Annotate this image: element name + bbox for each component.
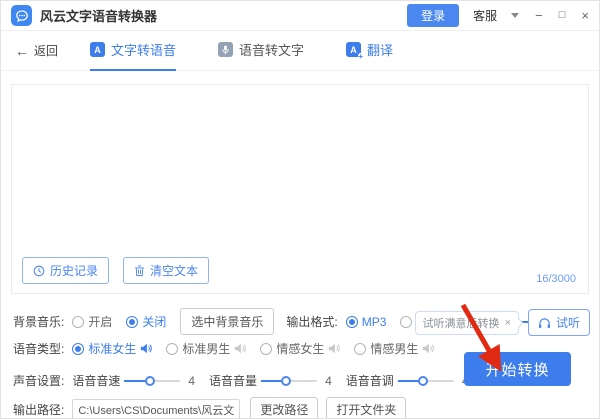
- speaker-icon[interactable]: [422, 343, 435, 354]
- char-counter: 16/3000: [536, 273, 576, 285]
- voice-option-label: 标准女生: [88, 342, 137, 356]
- login-button[interactable]: 登录: [407, 4, 460, 27]
- chevron-down-icon[interactable]: [511, 13, 520, 18]
- output-path-label: 输出路径:: [13, 403, 65, 417]
- headphones-icon: [538, 317, 551, 328]
- history-label: 历史记录: [50, 264, 99, 278]
- radio-bgm-on[interactable]: 开启: [72, 313, 112, 330]
- mp3-label: MP3: [361, 314, 387, 329]
- tts-glyph: A: [94, 44, 101, 55]
- radio-voice-emo-female[interactable]: 情感女生: [260, 340, 341, 357]
- speaker-icon[interactable]: [140, 343, 153, 354]
- tip-text: 试听满意后转换: [422, 317, 500, 330]
- main-text-input[interactable]: [12, 85, 588, 251]
- radio-voice-emo-male[interactable]: 情感男生: [354, 340, 435, 357]
- volume-label: 语音音量: [209, 374, 258, 388]
- clear-label: 清空文本: [150, 264, 199, 278]
- speed-value: 4: [188, 373, 196, 388]
- speed-label: 语音音速: [72, 374, 121, 388]
- radio-voice-std-male[interactable]: 标准男生: [166, 340, 247, 357]
- preview-tip-row: 试听满意后转换 × 试听: [414, 309, 590, 336]
- voice-type-label: 语音类型:: [13, 342, 65, 356]
- bgm-label: 背景音乐:: [13, 315, 65, 329]
- convert-button[interactable]: 开始转换: [464, 352, 571, 386]
- tab-translate[interactable]: A + 翻译: [346, 31, 393, 71]
- change-path-button[interactable]: 更改路径: [250, 397, 319, 418]
- radio-icon: [345, 315, 358, 328]
- voice-option-label: 情感女生: [276, 342, 325, 356]
- slider-handle[interactable]: [281, 375, 292, 386]
- radio-icon: [72, 315, 85, 328]
- radio-icon: [354, 342, 367, 355]
- translate-icon: A +: [346, 42, 364, 61]
- back-label: 返回: [34, 44, 59, 58]
- maximize-button[interactable]: □: [559, 10, 566, 21]
- titlebar-controls: 登录 客服 − □ ×: [407, 4, 589, 27]
- close-icon[interactable]: ×: [505, 317, 511, 329]
- speech-to-text-icon: [218, 42, 234, 57]
- plus-icon: +: [358, 52, 364, 61]
- tab-label: 语音转文字: [239, 43, 305, 58]
- speaker-icon[interactable]: [328, 343, 341, 354]
- titlebar: 风云文字语音转换器 登录 客服 − □ ×: [1, 1, 599, 31]
- bgm-off-label: 关闭: [142, 315, 167, 329]
- sound-settings-label: 声音设置:: [13, 374, 65, 388]
- open-folder-button[interactable]: 打开文件夹: [326, 397, 407, 418]
- translate-glyph: A: [350, 44, 357, 55]
- output-path-input[interactable]: [72, 398, 241, 418]
- preview-label: 试听: [555, 316, 580, 330]
- output-path-row: 输出路径: 更改路径 打开文件夹: [13, 397, 414, 418]
- radio-icon: [72, 342, 85, 355]
- tabbar: ← 返回 A 文字转语音 语音转文字 A + 翻译: [1, 31, 599, 71]
- radio-icon: [400, 315, 413, 328]
- radio-format-mp3[interactable]: MP3: [345, 314, 387, 329]
- tab-label: 翻译: [367, 43, 394, 58]
- clock-icon: [33, 265, 45, 276]
- preview-button[interactable]: 试听: [527, 309, 590, 336]
- speaker-icon[interactable]: [234, 343, 247, 354]
- radio-voice-std-female[interactable]: 标准女生: [72, 340, 153, 357]
- slider-handle[interactable]: [144, 375, 155, 386]
- editor-actions: 历史记录 清空文本: [22, 257, 210, 284]
- clear-text-button[interactable]: 清空文本: [123, 257, 210, 284]
- minimize-button[interactable]: −: [535, 9, 543, 22]
- trash-icon: [135, 265, 144, 276]
- select-bgm-button[interactable]: 选中背景音乐: [180, 308, 275, 335]
- app-window: 风云文字语音转换器 登录 客服 − □ × ← 返回 A 文字转语音 语音转文字: [0, 0, 600, 419]
- voice-option-label: 标准男生: [182, 342, 231, 356]
- arrow-left-icon: ←: [15, 42, 29, 59]
- tip-tag: 试听满意后转换 ×: [414, 310, 519, 335]
- history-button[interactable]: 历史记录: [22, 257, 110, 284]
- bgm-on-label: 开启: [88, 315, 113, 329]
- voice-option-label: 情感男生: [370, 342, 419, 356]
- radio-icon: [260, 342, 273, 355]
- slider-handle[interactable]: [417, 375, 428, 386]
- radio-icon: [126, 315, 139, 328]
- back-button[interactable]: ← 返回: [15, 42, 58, 59]
- text-editor-panel: 历史记录 清空文本 16/3000: [11, 84, 589, 294]
- text-to-speech-icon: A: [90, 42, 106, 57]
- app-title: 风云文字语音转换器: [40, 9, 158, 24]
- tab-text-to-speech[interactable]: A 文字转语音: [90, 31, 177, 71]
- tab-label: 文字转语音: [111, 43, 177, 58]
- volume-value: 4: [325, 373, 332, 388]
- pitch-slider[interactable]: [397, 375, 454, 387]
- app-logo-icon: [11, 5, 32, 26]
- pitch-label: 语音音调: [345, 374, 394, 388]
- speed-slider[interactable]: [124, 375, 181, 387]
- sound-settings-row: 声音设置: 语音音速 4 语音音量 4 语音音调 4: [13, 372, 482, 389]
- tab-speech-to-text[interactable]: 语音转文字: [218, 31, 304, 71]
- radio-icon: [166, 342, 179, 355]
- tabs: A 文字转语音 语音转文字 A + 翻译: [90, 31, 393, 71]
- volume-slider[interactable]: [261, 375, 318, 387]
- customer-service-link[interactable]: 客服: [473, 7, 497, 24]
- voice-type-row: 语音类型: 标准女生 标准男生 情感女生 情感男生: [13, 340, 448, 357]
- close-button[interactable]: ×: [581, 9, 589, 22]
- radio-bgm-off[interactable]: 关闭: [126, 313, 166, 330]
- format-label: 输出格式:: [286, 315, 338, 329]
